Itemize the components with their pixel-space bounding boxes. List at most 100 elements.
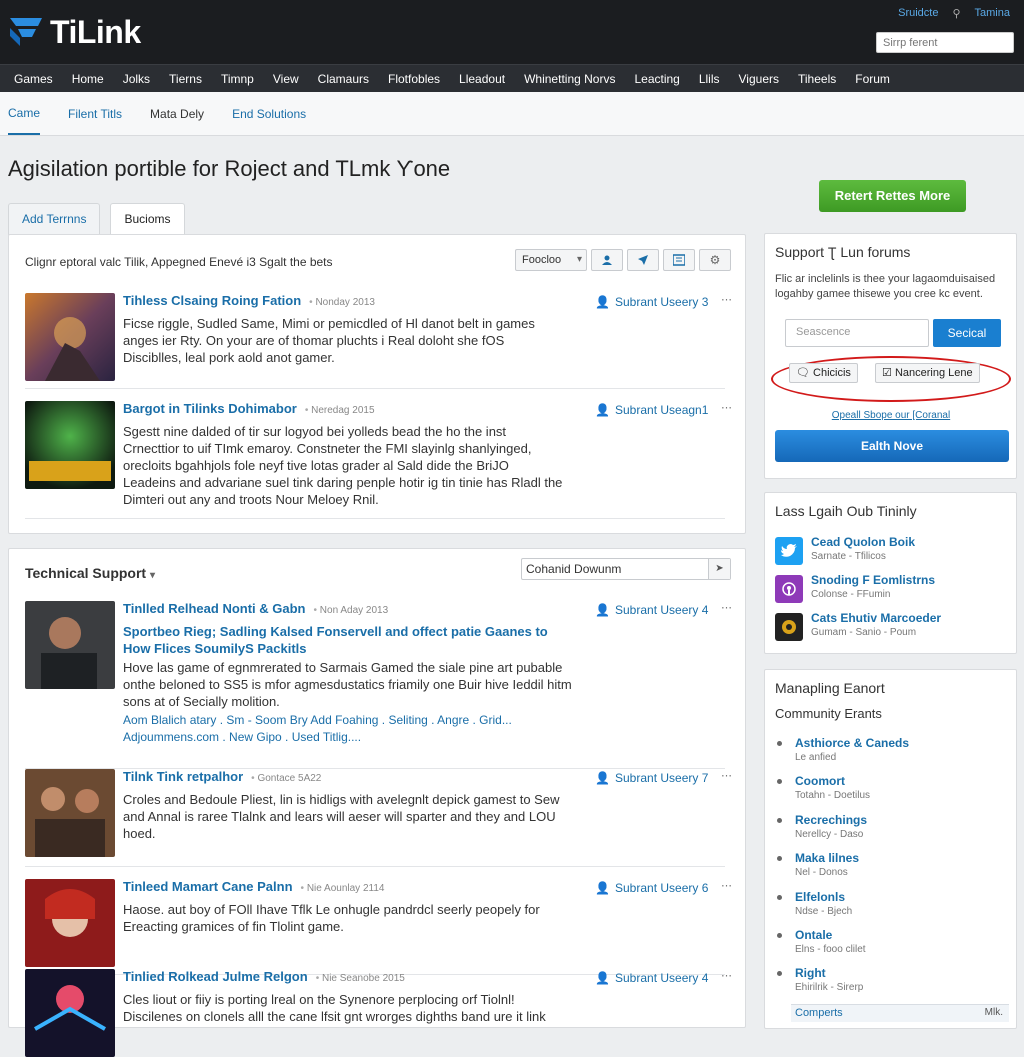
subnav-item[interactable]: Mata Dely [150, 94, 204, 134]
post-author[interactable]: 👤 Subrant Useery 4 [595, 603, 708, 617]
comments-label[interactable]: Comperts [795, 1007, 843, 1019]
nav-item[interactable]: Leacting [634, 72, 679, 86]
event-title[interactable]: Ontale [795, 928, 832, 942]
post-links[interactable]: Aom Blalich atary . Sm - Soom Bry Add Fo… [123, 712, 573, 746]
nav-item[interactable]: Games [14, 72, 53, 86]
post-thumbnail[interactable] [25, 969, 115, 1057]
gear-icon[interactable]: ⚙ [699, 249, 731, 271]
author-name[interactable]: Subrant Useery 3 [615, 295, 708, 309]
post-subtitle[interactable]: Sportbeo Rieg; Sadling Kalsed Fonservell… [123, 623, 573, 657]
subnav-item[interactable]: Came [8, 93, 41, 135]
social-sub: Gumam - Sanio - Poum [811, 627, 917, 638]
post-title-text[interactable]: Tilnk Tink retpalhor [123, 769, 243, 784]
nav-item[interactable]: Lleadout [459, 72, 505, 86]
post-thumbnail[interactable] [25, 601, 115, 689]
author-name[interactable]: Subrant Useery 4 [615, 971, 708, 985]
top-link-right[interactable]: Tamina [975, 7, 1010, 20]
author-name[interactable]: Subrant Useery 7 [615, 771, 708, 785]
support-search-button[interactable]: Secical [933, 319, 1001, 347]
chip-label: Chicicis [813, 367, 851, 379]
event-title[interactable]: Asthiorce & Caneds [795, 736, 909, 750]
events-box: Manapling Eanort Community Erants Asthio… [764, 669, 1017, 1029]
post-author[interactable]: 👤 Subrant Useery 3 [595, 295, 708, 309]
support-search-input[interactable]: Seascence [785, 319, 929, 347]
technical-support-heading[interactable]: Technical Support ▾ [25, 565, 155, 581]
event-title[interactable]: Right [795, 966, 826, 980]
author-name[interactable]: Subrant Useery 4 [615, 603, 708, 617]
post-title[interactable]: Tinlled Relhead Nonti & Gabn Non Aday 201… [123, 601, 388, 616]
author-name[interactable]: Subrant Useagn1 [615, 403, 708, 417]
top-link-left[interactable]: Sruidcte [898, 7, 938, 20]
support-search-input[interactable]: Cohanid Dowunm ➤ [521, 558, 731, 580]
post-thumbnail[interactable] [25, 293, 115, 381]
post-title[interactable]: Bargot in Tilinks Dohimabor Neredag 2015 [123, 401, 375, 416]
nav-item[interactable]: Tierns [169, 72, 202, 86]
social-item[interactable]: Cead Quolon Boik Sarnate - Tfilicos [775, 535, 1005, 567]
top-header: TiLink Sruidcte ⚲ Tamina [0, 0, 1024, 64]
more-icon[interactable]: ⋯ [721, 969, 732, 982]
subnav-item[interactable]: Filent Titls [68, 94, 122, 134]
site-logo[interactable]: TiLink [8, 12, 141, 52]
post-title[interactable]: Tilnk Tink retpalhor Gontace 5A22 [123, 769, 321, 784]
post-title[interactable]: Tinleed Mamart Cane Palnn Nie Aounlay 211… [123, 879, 384, 894]
post-thumbnail[interactable] [25, 401, 115, 489]
nav-item[interactable]: Home [72, 72, 104, 86]
social-title[interactable]: Snoding F Eomlistrns [811, 573, 935, 587]
post-title-text[interactable]: Tihless Clsaing Roing Fation [123, 293, 301, 308]
post-author[interactable]: 👤 Subrant Useery 4 [595, 971, 708, 985]
post-title-text[interactable]: Tinlied Rolkead Julme Relgon [123, 969, 308, 984]
social-item[interactable]: Snoding F Eomlistrns Colonse - FFumin [775, 573, 1005, 605]
tab-add[interactable]: Add Terrnns [8, 203, 101, 235]
podcast-icon [775, 575, 803, 603]
nav-item[interactable]: Llils [699, 72, 720, 86]
toolbar: Foocloo ⚙ [515, 249, 731, 271]
main-action-button[interactable]: Ealth Nove [775, 430, 1009, 462]
social-title[interactable]: Cead Quolon Boik [811, 535, 915, 549]
pin-icon[interactable] [627, 249, 659, 271]
post-title-text[interactable]: Tinleed Mamart Cane Palnn [123, 879, 293, 894]
nav-item[interactable]: View [273, 72, 299, 86]
nav-item[interactable]: Timnp [221, 72, 254, 86]
post-author[interactable]: 👤 Subrant Useagn1 [595, 403, 708, 417]
more-icon[interactable]: ⋯ [721, 401, 732, 414]
event-title[interactable]: Maka lilnes [795, 851, 859, 865]
post-title[interactable]: Tihless Clsaing Roing Fation Nonday 2013 [123, 293, 375, 308]
event-title[interactable]: Recrechings [795, 813, 867, 827]
nav-item[interactable]: Forum [855, 72, 890, 86]
nav-item[interactable]: Jolks [123, 72, 150, 86]
top-search-input[interactable] [876, 32, 1014, 53]
subnav-item[interactable]: End Solutions [232, 94, 306, 134]
more-icon[interactable]: ⋯ [721, 879, 732, 892]
sort-select[interactable]: Foocloo [515, 249, 587, 271]
post-thumbnail[interactable] [25, 769, 115, 857]
comments-more[interactable]: Mlk. [985, 1007, 1003, 1018]
support-link[interactable]: Opeall Sbope our [Coranal [765, 410, 1017, 421]
post-author[interactable]: 👤 Subrant Useery 7 [595, 771, 708, 785]
post-title[interactable]: Tinlied Rolkead Julme Relgon Nie Seanobe … [123, 969, 405, 984]
user-icon[interactable] [591, 249, 623, 271]
more-icon[interactable]: ⋯ [721, 601, 732, 614]
event-title[interactable]: Elfelonls [795, 890, 845, 904]
chip-chicicis[interactable]: 🗨 Chicicis [789, 363, 858, 383]
arrow-right-icon[interactable]: ➤ [708, 559, 730, 579]
nav-item[interactable]: Whinetting Norvs [524, 72, 615, 86]
tab-active[interactable]: Bucioms [110, 203, 185, 235]
more-icon[interactable]: ⋯ [721, 293, 732, 306]
post-title-text[interactable]: Tinlled Relhead Nonti & Gabn [123, 601, 306, 616]
social-title[interactable]: Cats Ehutiv Marcoeder [811, 611, 941, 625]
cta-button[interactable]: Retert Rettes More [819, 180, 966, 212]
comments-row[interactable]: Comperts Mlk. [791, 1004, 1009, 1022]
post-title-text[interactable]: Bargot in Tilinks Dohimabor [123, 401, 297, 416]
nav-item[interactable]: Tiheels [798, 72, 836, 86]
author-name[interactable]: Subrant Useery 6 [615, 881, 708, 895]
event-title[interactable]: Coomort [795, 774, 845, 788]
chip-nancering[interactable]: ☑ Nancering Lene [875, 363, 980, 383]
nav-item[interactable]: Flotfobles [388, 72, 440, 86]
nav-item[interactable]: Viguers [739, 72, 779, 86]
post-author[interactable]: 👤 Subrant Useery 6 [595, 881, 708, 895]
more-icon[interactable]: ⋯ [721, 769, 732, 782]
list-icon[interactable] [663, 249, 695, 271]
post-thumbnail[interactable] [25, 879, 115, 967]
social-item[interactable]: Cats Ehutiv Marcoeder Gumam - Sanio - Po… [775, 611, 1005, 643]
nav-item[interactable]: Clamaurs [318, 72, 369, 86]
